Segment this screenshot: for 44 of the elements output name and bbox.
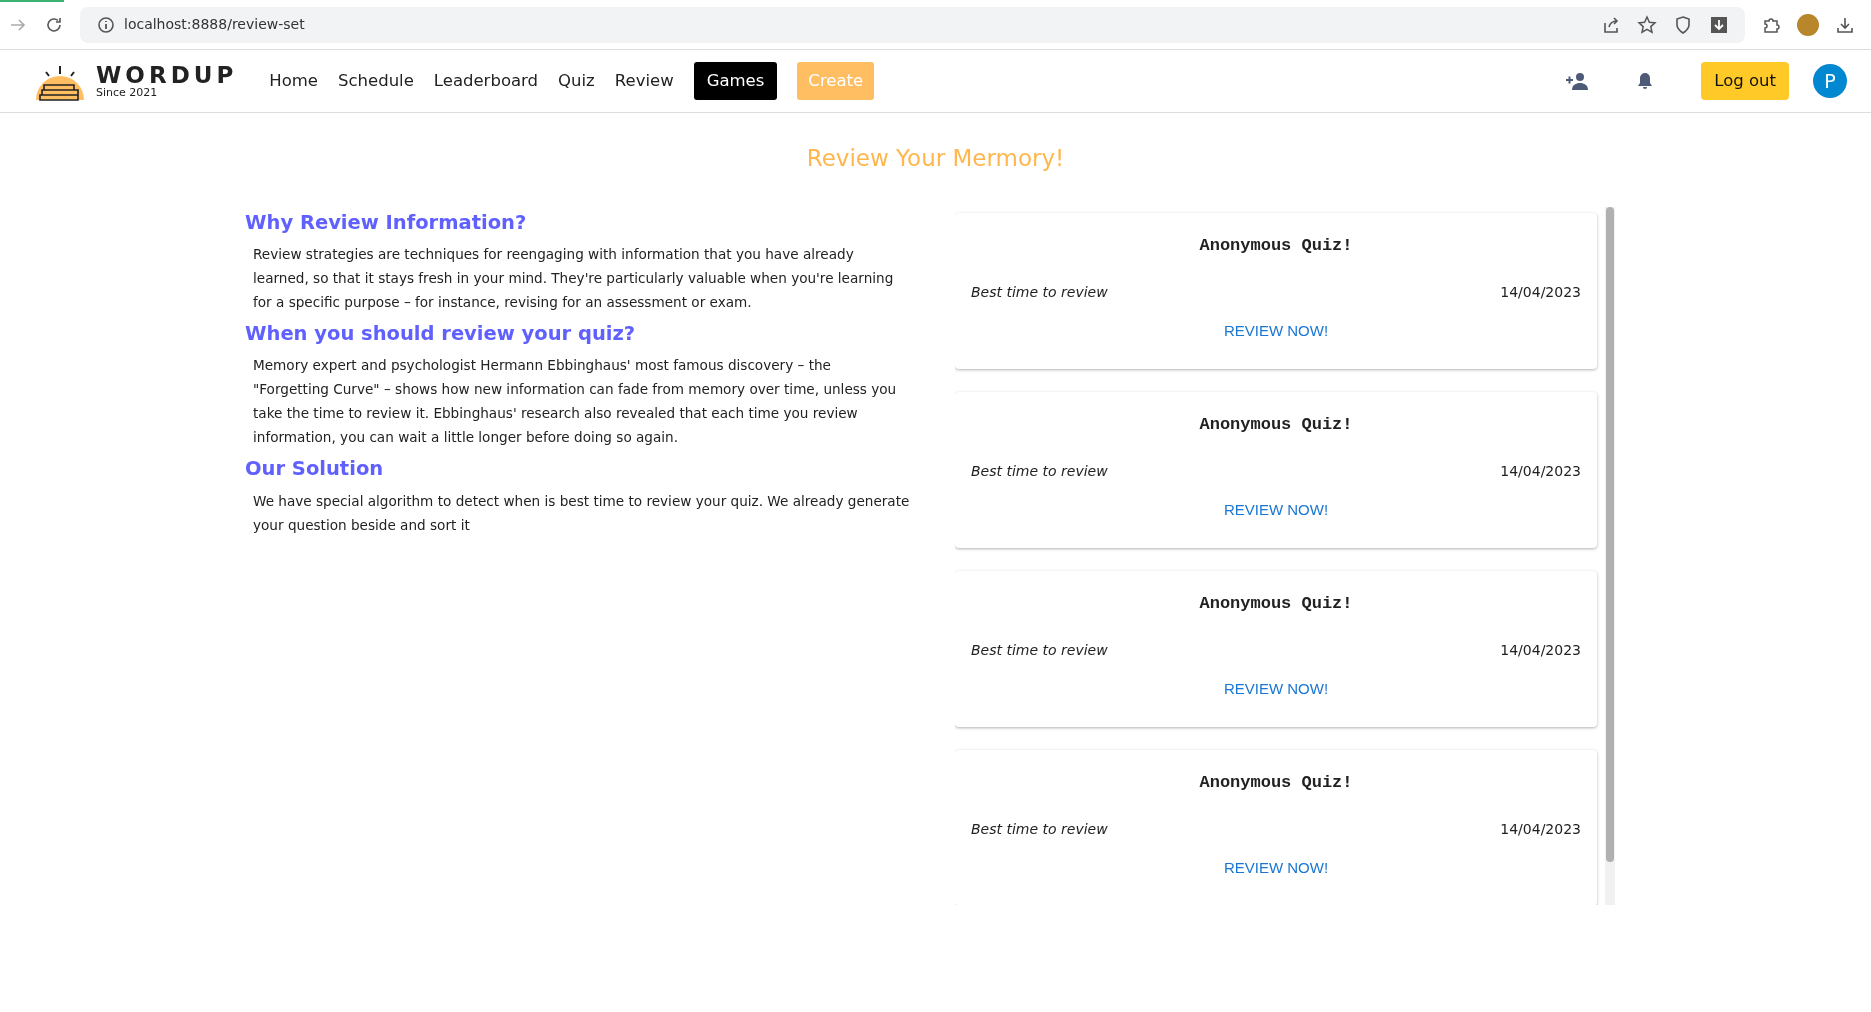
card-title: Anonymous Quiz! bbox=[1198, 771, 1354, 794]
review-now-link[interactable]: REVIEW NOW! bbox=[1217, 856, 1335, 881]
review-now-link[interactable]: REVIEW NOW! bbox=[1217, 498, 1335, 523]
review-now-link[interactable]: REVIEW NOW! bbox=[1217, 677, 1335, 702]
card-title: Anonymous Quiz! bbox=[1198, 234, 1354, 257]
review-label: Best time to review bbox=[971, 820, 1108, 840]
download-icon[interactable] bbox=[1709, 14, 1729, 35]
brand-tagline: Since 2021 bbox=[96, 87, 159, 98]
shield-icon[interactable] bbox=[1673, 14, 1693, 35]
bell-icon[interactable] bbox=[1637, 72, 1654, 90]
page-title: Review Your Mermory! bbox=[805, 145, 1066, 173]
review-label: Best time to review bbox=[971, 462, 1108, 482]
section-heading: Why Review Information? bbox=[245, 210, 528, 234]
nav-link[interactable]: Leaderboard bbox=[425, 62, 547, 100]
share-icon[interactable] bbox=[1601, 14, 1621, 35]
nav-link[interactable]: Home bbox=[261, 62, 326, 100]
brand-name: WORDUP bbox=[96, 64, 238, 87]
card-title: Anonymous Quiz! bbox=[1198, 413, 1354, 436]
nav-link[interactable]: Review bbox=[606, 62, 682, 100]
section-heading: Our Solution bbox=[245, 457, 385, 481]
review-date: 14/04/2023 bbox=[1500, 283, 1581, 303]
logout-button[interactable]: Log out bbox=[1701, 61, 1789, 101]
nav-link[interactable]: Schedule bbox=[330, 62, 422, 100]
info-icon[interactable] bbox=[96, 14, 116, 35]
star-icon[interactable] bbox=[1637, 14, 1657, 35]
section-text: Review strategies are techniques for reengaging with information that you have already learned, so that it stays fresh in your mind. They're particularly valuable when you're learning for a specific purpose – for instance, revising for an assessment or exam. bbox=[252, 245, 895, 312]
review-date: 14/04/2023 bbox=[1500, 641, 1581, 661]
nav-link[interactable]: Quiz bbox=[550, 62, 603, 100]
nav-button[interactable]: Games bbox=[693, 61, 778, 101]
add-user-icon[interactable] bbox=[1565, 72, 1590, 90]
review-now-link[interactable]: REVIEW NOW! bbox=[1217, 319, 1335, 344]
card-title: Anonymous Quiz! bbox=[1198, 592, 1354, 615]
review-date: 14/04/2023 bbox=[1500, 462, 1581, 482]
url-text: localhost:8888/review-set bbox=[124, 15, 305, 34]
review-label: Best time to review bbox=[971, 283, 1108, 303]
brand[interactable]: WORDUP Since 2021 bbox=[96, 64, 238, 98]
address-bar[interactable]: localhost:8888/review-set bbox=[80, 6, 1745, 43]
review-date: 14/04/2023 bbox=[1500, 820, 1581, 840]
section-text: We have special algorithm to detect when is best time to review your quiz. We already generate your question beside and sort it bbox=[252, 491, 910, 535]
section-heading: When you should review your quiz? bbox=[245, 322, 637, 346]
section-text: Memory expert and psychologist Hermann Ebbinghaus' most famous discovery – the "Forgetting Curve" – shows how new information can fade from memory over time, unless you take the time to review it. Ebbinghaus' research also revealed that each time you review information, you can wait a little longer before doing so again. bbox=[252, 356, 898, 448]
review-label: Best time to review bbox=[971, 641, 1108, 661]
profile-photo-placeholder[interactable] bbox=[1797, 13, 1819, 36]
avatar[interactable]: P bbox=[1813, 64, 1847, 98]
